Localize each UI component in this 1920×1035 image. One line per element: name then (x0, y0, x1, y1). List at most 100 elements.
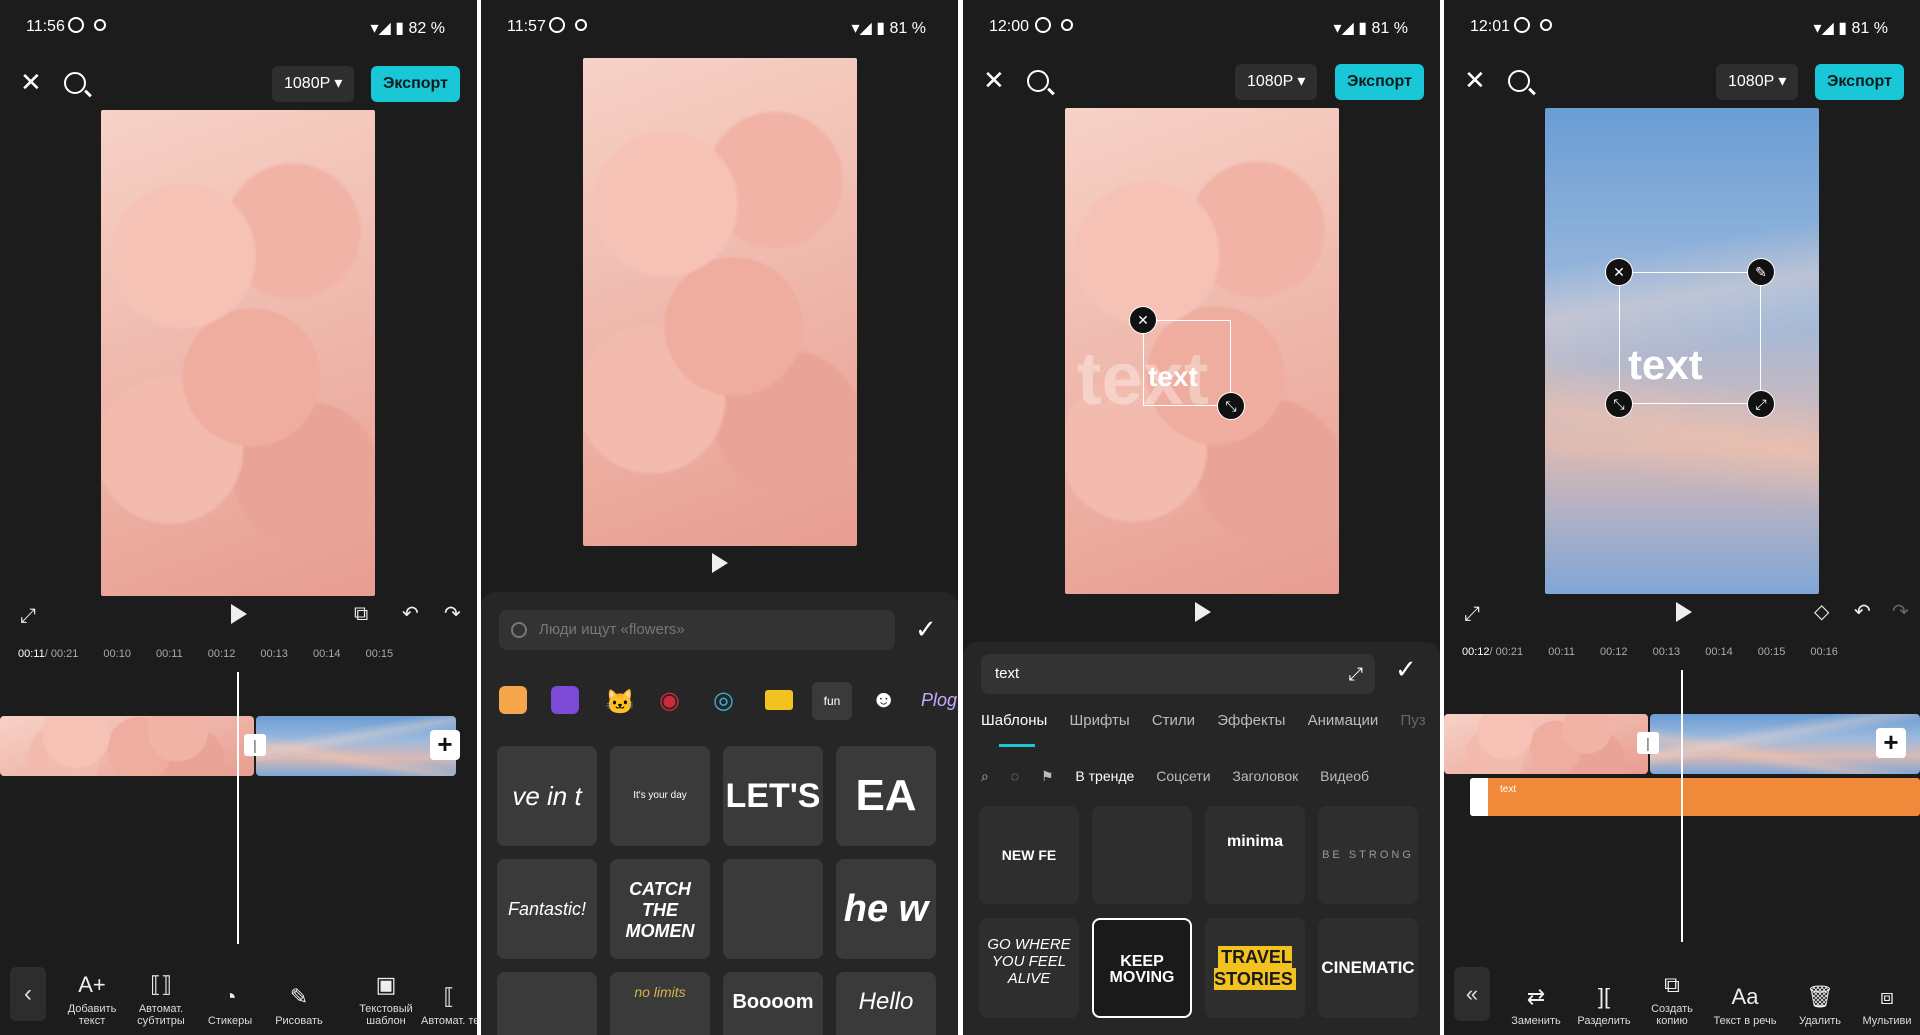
sticker-card[interactable]: he w (836, 859, 936, 959)
template-card[interactable]: CINEMATIC (1318, 918, 1418, 1018)
transition-handle[interactable]: | (244, 734, 266, 756)
template-card[interactable]: BE STRONG (1318, 806, 1418, 904)
sticker-card[interactable] (497, 972, 597, 1035)
video-clip-1[interactable] (0, 716, 254, 776)
expand-icon[interactable]: ⤢ (1349, 654, 1363, 694)
text-input-field[interactable]: text ⤢ (981, 654, 1375, 694)
back-button[interactable]: « (1454, 967, 1490, 1021)
category-tape-icon[interactable] (765, 690, 793, 710)
template-card[interactable]: minima (1205, 806, 1305, 904)
add-clip-button[interactable]: + (430, 730, 460, 760)
subtab-social[interactable]: Соцсети (1156, 768, 1210, 784)
delete-text-icon[interactable]: ✕ (1129, 306, 1157, 334)
search-icon[interactable]: ⌕ (981, 768, 989, 785)
text-to-speech-tool[interactable]: Aa Текст в речь (1708, 983, 1782, 1027)
export-button[interactable]: Экспорт (371, 66, 460, 102)
resolution-button[interactable]: 1080P ▾ (272, 66, 355, 102)
tab-templates[interactable]: Шаблоны (981, 712, 1047, 729)
keyframe-icon[interactable]: ⧉ (354, 602, 368, 626)
subtab-video[interactable]: Видеоб (1320, 768, 1369, 784)
category-cat-icon[interactable]: 🐱 (605, 688, 635, 717)
tab-bubbles[interactable]: Пуз (1400, 712, 1425, 729)
text-selection-box[interactable]: text (1143, 320, 1231, 406)
scale-rotate-icon[interactable]: ⤡ (1217, 392, 1245, 420)
template-card[interactable] (1092, 806, 1192, 904)
category-music-icon[interactable] (551, 686, 579, 714)
add-text-tool[interactable]: A+ Добавить текст (55, 971, 129, 1027)
export-button[interactable]: Экспорт (1335, 64, 1424, 100)
auto-subtitles-tool[interactable]: ⟦⟧ Автомат. субтитры (124, 971, 198, 1027)
favorite-shield-icon[interactable]: ◌ (1011, 768, 1019, 784)
overlay-text[interactable]: text (1628, 341, 1703, 389)
delete-text-icon[interactable]: ✕ (1605, 258, 1633, 286)
subtab-title[interactable]: Заголовок (1232, 768, 1298, 784)
add-clip-button[interactable]: + (1876, 728, 1906, 758)
close-icon[interactable]: ✕ (983, 66, 1005, 94)
stickers-tool[interactable]: ◔ Стикеры (193, 983, 267, 1027)
template-card[interactable]: TRAVEL STORIES (1205, 918, 1305, 1018)
replace-tool[interactable]: ⇄ Заменить (1499, 983, 1573, 1027)
video-clip-2[interactable] (256, 716, 456, 776)
video-preview[interactable] (583, 58, 857, 546)
play-icon[interactable] (712, 553, 728, 573)
keyframe-icon[interactable]: ◇ (1814, 600, 1829, 624)
sticker-search-input[interactable]: Люди ищут «flowers» (499, 610, 895, 650)
transition-handle[interactable]: | (1637, 732, 1659, 754)
redo-icon[interactable]: ↷ (444, 602, 461, 626)
tab-animations[interactable]: Анимации (1308, 712, 1379, 729)
overlay-text[interactable]: text (1148, 361, 1198, 393)
template-card-selected[interactable]: KEEP MOVING (1092, 918, 1192, 1018)
template-card[interactable]: NEW FE (979, 806, 1079, 904)
text-template-tool[interactable]: ▣ Текстовый шаблон (349, 971, 423, 1027)
close-icon[interactable]: ✕ (1464, 66, 1486, 94)
tab-effects[interactable]: Эффекты (1217, 712, 1285, 729)
undo-icon[interactable]: ↶ (1854, 600, 1871, 624)
playhead[interactable] (237, 672, 239, 944)
auto-text-tool[interactable]: ⟦ Автомат. текст (421, 983, 477, 1027)
text-track-clip[interactable]: text (1470, 778, 1920, 816)
duplicate-tool[interactable]: ⧉ Создать копию (1635, 971, 1709, 1027)
template-card[interactable]: GO WHERE YOU FEEL ALIVE (979, 918, 1079, 1018)
category-food-icon[interactable] (499, 686, 527, 714)
search-icon[interactable] (1027, 70, 1049, 92)
sticker-card[interactable]: LET'S (723, 746, 823, 846)
tab-styles[interactable]: Стили (1152, 712, 1195, 729)
redo-icon[interactable]: ↷ (1892, 600, 1909, 624)
play-icon[interactable] (231, 604, 247, 624)
play-icon[interactable] (1195, 602, 1211, 622)
category-eye-icon[interactable]: ◎ (713, 686, 734, 715)
category-plog[interactable]: Plog (921, 690, 957, 711)
confirm-check-icon[interactable]: ✓ (1395, 654, 1417, 685)
sticker-card[interactable]: Fantastic! (497, 859, 597, 959)
sticker-card[interactable]: ve in t (497, 746, 597, 846)
playhead[interactable] (1681, 670, 1683, 942)
bookmark-icon[interactable]: ⚑ (1041, 768, 1054, 785)
fullscreen-icon[interactable]: ⤢ (1464, 602, 1480, 626)
export-button[interactable]: Экспорт (1815, 64, 1904, 100)
split-tool[interactable]: ][Разделить (1567, 983, 1641, 1027)
category-lips-icon[interactable]: ◉ (659, 686, 680, 715)
video-preview[interactable] (101, 110, 375, 596)
copy-icon[interactable]: ⤡ (1605, 390, 1633, 418)
video-preview[interactable]: text ✕ ✎ ⤡ ⤢ (1545, 108, 1819, 594)
video-preview[interactable]: text text ✕ ⤡ (1065, 108, 1339, 594)
resolution-button[interactable]: 1080P ▾ (1235, 64, 1318, 100)
video-clip-1[interactable] (1444, 714, 1648, 774)
sticker-card[interactable]: CATCH THE MOMEN (610, 859, 710, 959)
draw-tool[interactable]: ✎ Рисовать (262, 983, 336, 1027)
search-icon[interactable] (64, 72, 86, 94)
confirm-check-icon[interactable]: ✓ (915, 614, 937, 645)
scale-rotate-icon[interactable]: ⤢ (1747, 390, 1775, 418)
undo-icon[interactable]: ↶ (402, 602, 419, 626)
back-button[interactable]: ‹ (10, 967, 46, 1021)
text-selection-box[interactable]: text (1619, 272, 1761, 404)
sticker-card[interactable] (723, 859, 823, 959)
sticker-card[interactable]: It's your day (610, 746, 710, 846)
delete-tool[interactable]: 🗑 Удалить (1783, 983, 1857, 1027)
track-trim-handle[interactable] (1470, 778, 1488, 816)
play-icon[interactable] (1676, 602, 1692, 622)
sticker-card[interactable]: Boooom (723, 972, 823, 1035)
sticker-card[interactable]: no limits (610, 972, 710, 1035)
search-icon[interactable] (1508, 70, 1530, 92)
category-fun-icon[interactable]: fun (812, 682, 852, 720)
